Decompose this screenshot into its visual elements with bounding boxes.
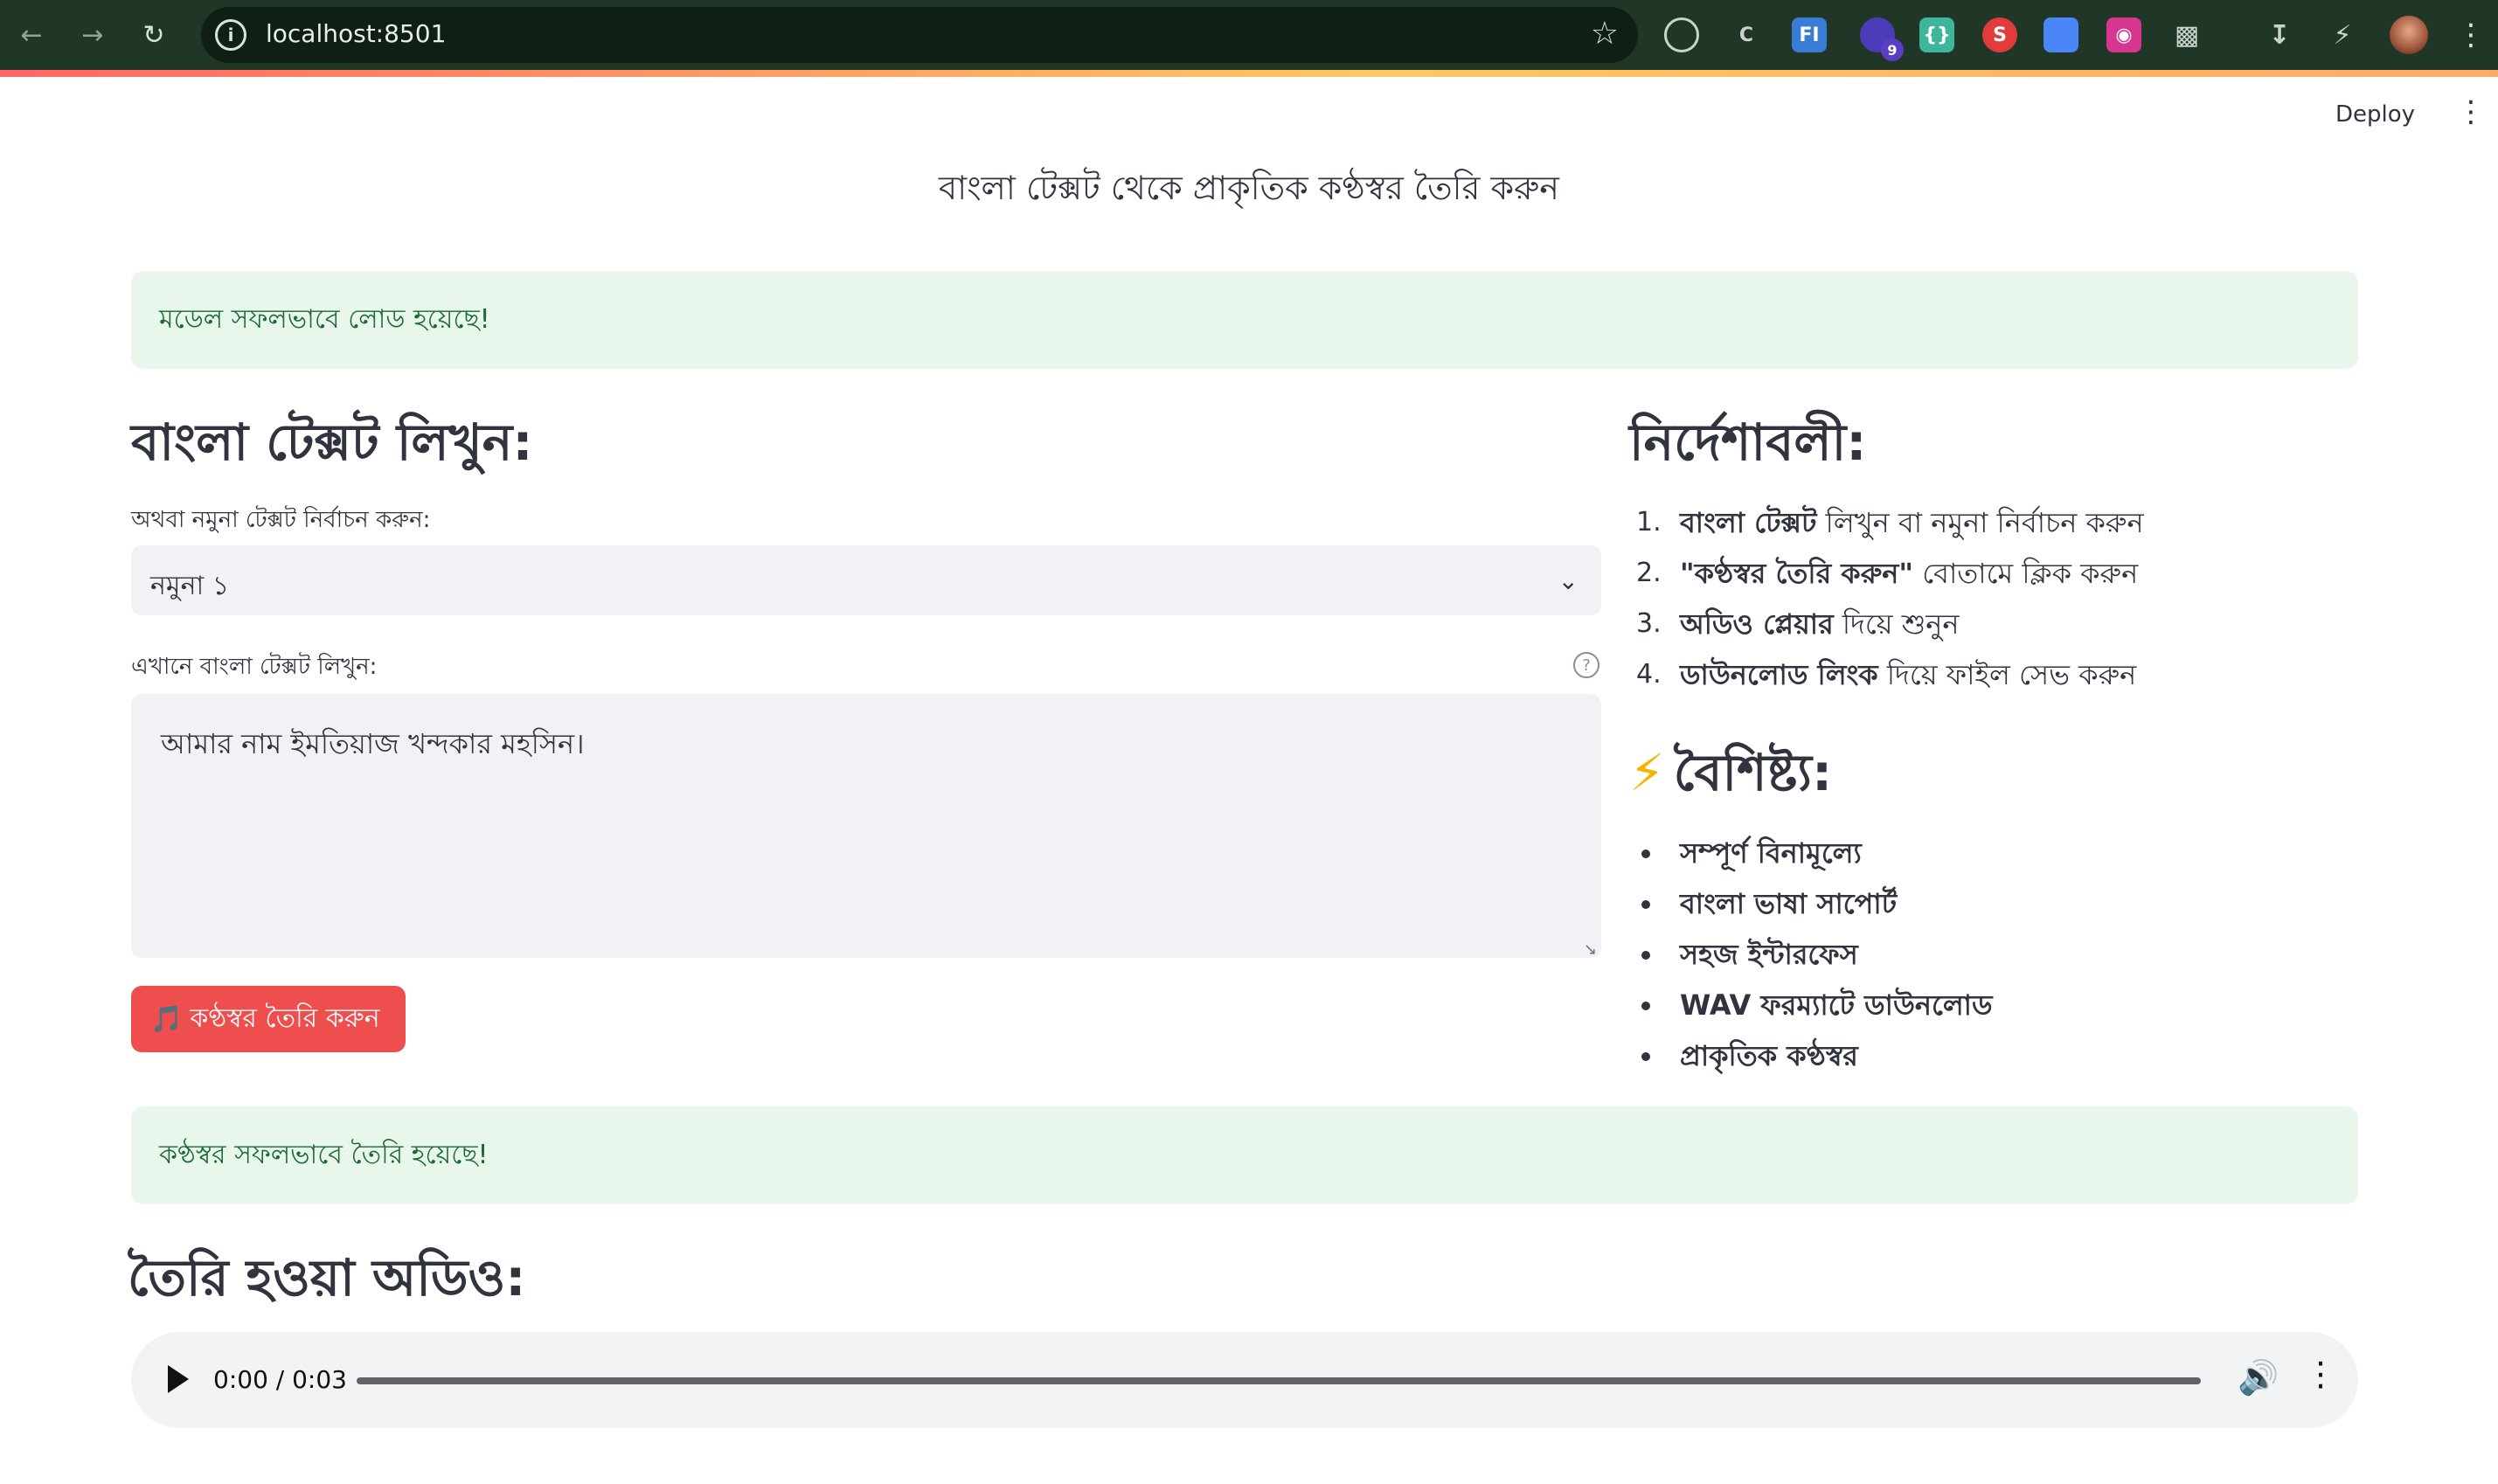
alert-text: মডেল সফলভাবে লোড হয়েছে! (159, 303, 490, 335)
list-item: 3. অডিও প্লেয়ার দিয়ে শুনুন (1636, 607, 1960, 641)
select-value: নমুনা ১ (150, 571, 230, 601)
reload-icon[interactable]: ↻ (135, 16, 173, 54)
features-heading: ⚡ বৈশিষ্ট্য: (1629, 743, 1833, 802)
deploy-button[interactable]: Deploy (2335, 101, 2415, 128)
puzzle-icon[interactable]: ▩ (2169, 17, 2204, 52)
list-item: বাংলা ভাষা সাপোর্ট (1636, 884, 1993, 935)
instructions-heading: নির্দেশাবলী: (1629, 413, 1867, 472)
page-title: বাংলা টেক্সট থেকে প্রাকৃতিক কণ্ঠস্বর তৈর… (939, 169, 1559, 207)
docs-icon[interactable] (2044, 17, 2078, 52)
resize-handle-icon[interactable]: ↘ (1584, 940, 1597, 959)
input-heading: বাংলা টেক্সট লিখুন: (131, 413, 533, 472)
audio-heading: তৈরি হওয়া অডিও: (128, 1248, 526, 1307)
browser-toolbar: ← → ↻ i localhost:8501 ☆ C FI 9 {} S ◉ ▩… (0, 0, 2498, 70)
performance-icon[interactable]: ⚡ (2325, 17, 2360, 52)
list-item: প্রাকৃতিক কণ্ঠস্বর (1636, 1037, 1993, 1087)
time-display: 0:00 / 0:03 (213, 1365, 347, 1394)
music-note-icon: 🎵 (150, 1003, 184, 1035)
list-item: 4. ডাউনলোড লিংক দিয়ে ফাইল সেভ করুন (1636, 658, 2137, 691)
chevron-down-icon: ⌄ (1558, 566, 1579, 595)
generate-button-label: কণ্ঠস্বর তৈরি করুন (190, 1002, 380, 1034)
more-options-icon[interactable]: ⋮ (2304, 1355, 2337, 1393)
seek-bar[interactable] (357, 1377, 2201, 1384)
help-icon[interactable]: ? (1573, 652, 1599, 678)
select-label: অথবা নমুনা টেক্সট নির্বাচন করুন: (131, 507, 431, 533)
play-icon[interactable] (168, 1365, 189, 1393)
address-bar[interactable]: i localhost:8501 ☆ (201, 7, 1638, 63)
list-item: সম্পূর্ণ বিনামূল্যে (1636, 834, 1993, 884)
lightning-icon: ⚡ (1629, 743, 1665, 802)
back-icon[interactable]: ← (12, 16, 51, 54)
download-icon[interactable]: ↧ (2262, 17, 2297, 52)
forward-icon[interactable]: → (73, 16, 112, 54)
list-item: সহজ ইন্টারফেস (1636, 935, 1993, 986)
alert-text: কণ্ঠস্বর সফলভাবে তৈরি হয়েছে! (159, 1139, 489, 1170)
textarea-label: এখানে বাংলা টেক্সট লিখুন: (131, 654, 378, 680)
volume-icon[interactable]: 🔊 (2238, 1358, 2279, 1397)
features-list: সম্পূর্ণ বিনামূল্যে বাংলা ভাষা সাপোর্ট স… (1636, 834, 1993, 1087)
success-alert-voice: কণ্ঠস্বর সফলভাবে তৈরি হয়েছে! (131, 1106, 2358, 1204)
app-menu-icon[interactable]: ⋮ (2456, 94, 2486, 129)
profile-avatar[interactable] (2390, 16, 2428, 54)
site-info-icon[interactable]: i (215, 19, 246, 51)
target-icon[interactable] (1664, 17, 1699, 52)
sample-select[interactable]: নমুনা ১ ⌄ (131, 545, 1601, 615)
success-alert-model: মডেল সফলভাবে লোড হয়েছে! (131, 271, 2358, 369)
list-item: 1. বাংলা টেক্সট লিখুন বা নমুনা নির্বাচন ক… (1636, 506, 2144, 539)
code-icon[interactable]: C (1729, 17, 1764, 52)
instagram-icon[interactable]: ◉ (2106, 17, 2141, 52)
audio-player: 0:00 / 0:03 🔊 ⋮ (131, 1332, 2358, 1428)
bookmark-star-icon[interactable]: ☆ (1591, 16, 1619, 52)
text-input[interactable]: আমার নাম ইমতিয়াজ খন্দকার মহসিন। (131, 694, 1601, 958)
shield-s-icon[interactable]: S (1982, 17, 2017, 52)
extension-badge: 9 (1881, 38, 1904, 61)
hexagon-icon[interactable]: 9 (1860, 17, 1904, 61)
browser-menu-icon[interactable]: ⋮ (2456, 16, 2486, 54)
list-item: 2. "কণ্ঠস্বর তৈরি করুন" বোতামে ক্লিক করুন (1636, 557, 2139, 590)
generate-voice-button[interactable]: 🎵 কণ্ঠস্বর তৈরি করুন (131, 986, 406, 1052)
list-item: WAV ফরম্যাটে ডাউনলোড (1636, 986, 1993, 1037)
fi-icon[interactable]: FI (1792, 17, 1827, 52)
url-text[interactable]: localhost:8501 (266, 19, 446, 48)
braces-icon[interactable]: {} (1919, 17, 1954, 52)
app-decoration-bar (0, 70, 2498, 77)
instructions-list: 1. বাংলা টেক্সট লিখুন বা নমুনা নির্বাচন ক… (1636, 503, 2144, 706)
